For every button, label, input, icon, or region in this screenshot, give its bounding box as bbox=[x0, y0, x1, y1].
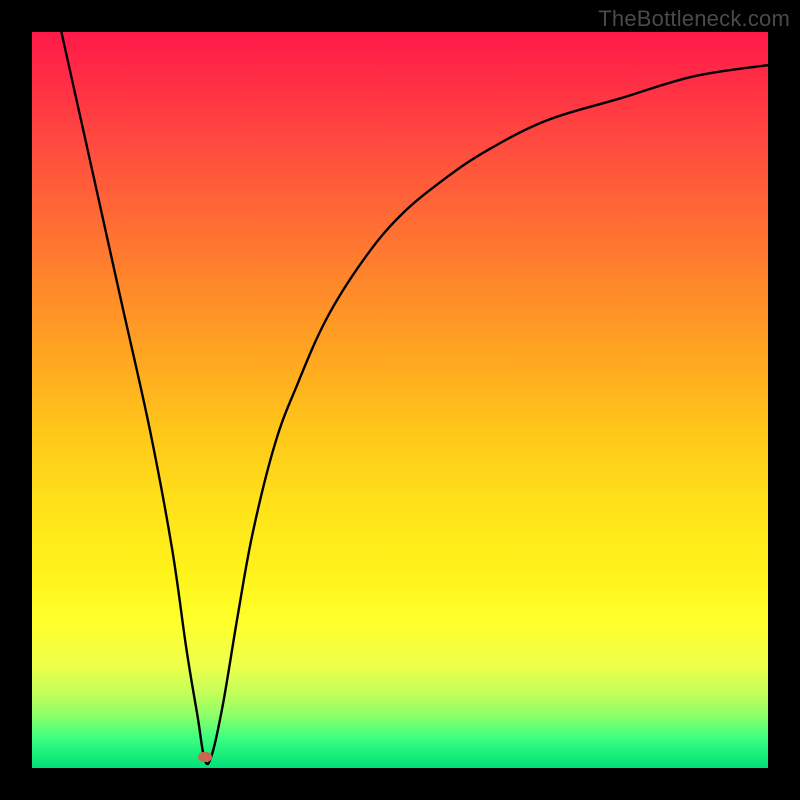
optimal-marker bbox=[198, 752, 212, 762]
curve-layer bbox=[32, 32, 768, 768]
bottleneck-curve bbox=[61, 32, 768, 764]
watermark-text: TheBottleneck.com bbox=[598, 6, 790, 32]
chart-frame: TheBottleneck.com bbox=[0, 0, 800, 800]
plot-area bbox=[32, 32, 768, 768]
